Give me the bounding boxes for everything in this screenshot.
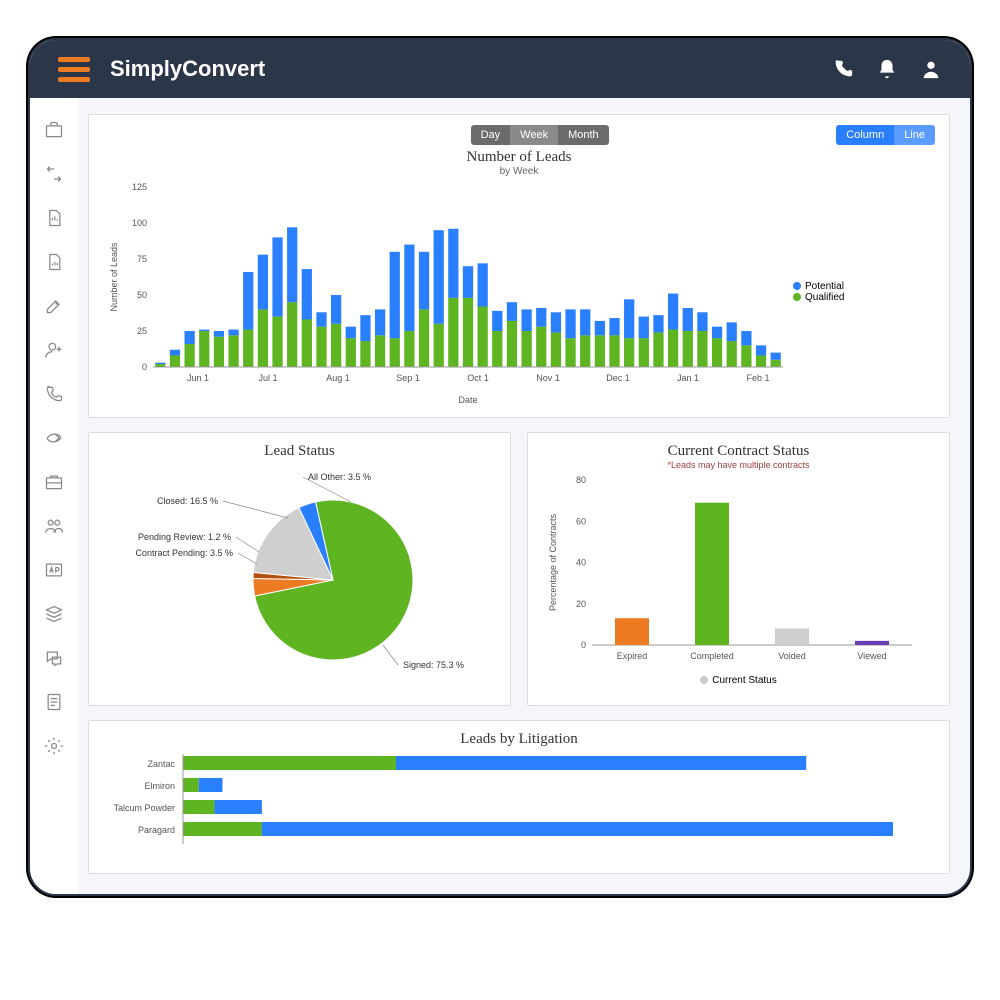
sidebar-doc-bars-icon[interactable] <box>30 240 78 284</box>
svg-text:Expired: Expired <box>617 651 648 661</box>
legend-qualified: Qualified <box>805 292 844 303</box>
lead-status-chart: All Other: 3.5 % Closed: 16.5 % Pending Re… <box>103 460 483 690</box>
leads-legend: Potential Qualified <box>793 281 844 303</box>
svg-text:All Other: 3.5 %: All Other: 3.5 % <box>308 472 371 482</box>
app-title: SimplyConvert <box>110 56 265 82</box>
svg-text:Dec 1: Dec 1 <box>606 373 630 383</box>
svg-text:Zantac: Zantac <box>147 759 175 769</box>
svg-text:Paragard: Paragard <box>138 825 175 835</box>
svg-text:Jan 1: Jan 1 <box>677 373 699 383</box>
contract-status-card: Current Contract Status *Leads may have … <box>527 432 950 706</box>
sidebar-share-icon[interactable] <box>30 416 78 460</box>
svg-text:Pending Review: 1.2 %: Pending Review: 1.2 % <box>138 532 231 542</box>
header: SimplyConvert <box>30 40 970 98</box>
sidebar-phone-icon[interactable] <box>30 372 78 416</box>
svg-text:Date: Date <box>458 395 477 405</box>
svg-text:Oct 1: Oct 1 <box>467 373 489 383</box>
period-day-button[interactable]: Day <box>471 125 511 145</box>
contract-legend: Current Status <box>542 675 935 686</box>
leads-chart-subtitle: by Week <box>103 166 935 177</box>
svg-text:Talcum Powder: Talcum Powder <box>113 803 175 813</box>
svg-text:Aug 1: Aug 1 <box>326 373 350 383</box>
chart-type-column-button[interactable]: Column <box>836 125 894 145</box>
litigation-chart: Zantac Elmiron Talcum Powder Paragard <box>103 748 903 858</box>
period-month-button[interactable]: Month <box>558 125 609 145</box>
contract-status-footnote: *Leads may have multiple contracts <box>542 460 935 470</box>
sidebar-layers-icon[interactable] <box>30 592 78 636</box>
user-icon[interactable] <box>920 58 942 80</box>
svg-text:60: 60 <box>576 516 586 526</box>
svg-text:25: 25 <box>137 326 147 336</box>
svg-text:Number of Leads: Number of Leads <box>109 242 119 312</box>
svg-text:Sep 1: Sep 1 <box>396 373 420 383</box>
svg-text:Nov 1: Nov 1 <box>536 373 560 383</box>
svg-text:40: 40 <box>576 558 586 568</box>
svg-text:125: 125 <box>132 182 147 192</box>
period-toggle: Day Week Month <box>471 125 609 145</box>
sidebar-chat-icon[interactable] <box>30 636 78 680</box>
sidebar <box>30 98 78 894</box>
sidebar-add-user-icon[interactable] <box>30 328 78 372</box>
svg-text:Signed: 75.3 %: Signed: 75.3 % <box>403 660 464 670</box>
chart-type-line-button[interactable]: Line <box>894 125 935 145</box>
svg-text:0: 0 <box>142 362 147 372</box>
bell-icon[interactable] <box>876 58 898 80</box>
litigation-title: Leads by Litigation <box>103 731 935 748</box>
svg-text:80: 80 <box>576 475 586 485</box>
sidebar-doc-chart-icon[interactable] <box>30 196 78 240</box>
contract-status-chart: 0 20 40 60 80 Expired Completed Voided Viewed Per… <box>542 470 922 670</box>
svg-text:20: 20 <box>576 599 586 609</box>
app-window: SimplyConvert <box>28 38 972 896</box>
litigation-card: Leads by Litigation Zantac Elmiron Talcum … <box>88 720 950 874</box>
chart-type-toggle: Column Line <box>836 125 935 145</box>
svg-text:Viewed: Viewed <box>857 651 886 661</box>
sidebar-briefcase2-icon[interactable] <box>30 460 78 504</box>
sidebar-ad-icon[interactable] <box>30 548 78 592</box>
lead-status-card: Lead Status All Other: 3.5 % Closed: 16.5… <box>88 432 511 706</box>
svg-text:Jul 1: Jul 1 <box>258 373 277 383</box>
sidebar-flow-icon[interactable] <box>30 152 78 196</box>
hamburger-icon[interactable] <box>58 57 90 82</box>
sidebar-users-icon[interactable] <box>30 504 78 548</box>
svg-text:Elmiron: Elmiron <box>144 781 175 791</box>
svg-text:Contract Pending: 3.5 %: Contract Pending: 3.5 % <box>135 548 233 558</box>
leads-chart-title: Number of Leads <box>103 149 935 166</box>
leads-chart: 0 25 50 75 100 125 Jun 1 Jul 1 Aug 1 Sep 1 Oct 1 No… <box>103 177 793 407</box>
content-area: Day Week Month Column Line Number of Lea… <box>78 98 970 894</box>
phone-icon[interactable] <box>832 58 854 80</box>
sidebar-briefcase-icon[interactable] <box>30 108 78 152</box>
period-week-button[interactable]: Week <box>510 125 558 145</box>
svg-text:75: 75 <box>137 254 147 264</box>
svg-text:Voided: Voided <box>778 651 806 661</box>
contract-status-title: Current Contract Status <box>542 443 935 460</box>
sidebar-gear-icon[interactable] <box>30 724 78 768</box>
sidebar-list-icon[interactable] <box>30 680 78 724</box>
svg-text:100: 100 <box>132 218 147 228</box>
svg-text:Closed: 16.5 %: Closed: 16.5 % <box>157 496 218 506</box>
svg-text:Feb 1: Feb 1 <box>746 373 769 383</box>
leads-chart-card: Day Week Month Column Line Number of Lea… <box>88 114 950 418</box>
svg-text:Completed: Completed <box>690 651 734 661</box>
sidebar-edit-icon[interactable] <box>30 284 78 328</box>
svg-text:50: 50 <box>137 290 147 300</box>
svg-text:Jun 1: Jun 1 <box>187 373 209 383</box>
legend-potential: Potential <box>805 281 844 292</box>
svg-text:Percentage of Contracts: Percentage of Contracts <box>548 513 558 611</box>
lead-status-title: Lead Status <box>103 443 496 460</box>
svg-text:0: 0 <box>581 640 586 650</box>
